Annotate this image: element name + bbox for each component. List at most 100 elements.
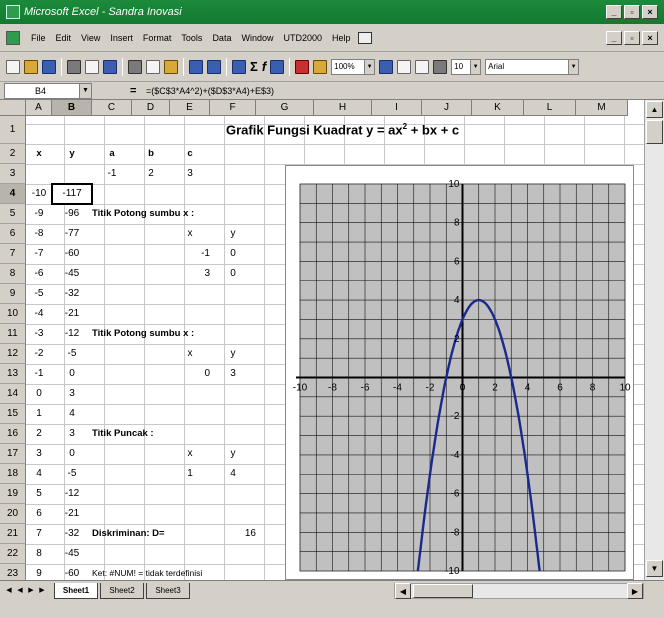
edit-formula-icon[interactable]: =	[130, 85, 140, 97]
y-value-cell[interactable]: -45	[52, 269, 92, 279]
undo-icon[interactable]	[189, 59, 203, 74]
tab-sheet1[interactable]: Sheet1	[54, 583, 98, 599]
menu-window[interactable]: Window	[236, 33, 278, 43]
y-value-cell[interactable]: -5	[52, 349, 92, 359]
x-intercept-2-x[interactable]: 3	[170, 269, 210, 279]
save-icon[interactable]	[42, 59, 56, 74]
row-header[interactable]: 3	[0, 164, 26, 184]
x-value-cell[interactable]: 2	[26, 429, 52, 439]
y-value-cell[interactable]: -12	[52, 489, 92, 499]
x-value-cell[interactable]: 7	[26, 529, 52, 539]
row-header[interactable]: 16	[0, 424, 26, 444]
row-header[interactable]: 14	[0, 384, 26, 404]
y-intercept-head-x[interactable]: x	[170, 349, 210, 359]
help-assistant-icon[interactable]	[379, 59, 394, 74]
column-header[interactable]: E	[170, 100, 210, 116]
column-header[interactable]: K	[472, 100, 524, 116]
peak-head-y[interactable]: y	[210, 449, 256, 459]
redo-icon[interactable]	[207, 59, 221, 74]
first-sheet-icon[interactable]: ◀	[4, 585, 14, 597]
column-header[interactable]: B	[52, 100, 92, 116]
peak-x[interactable]: 1	[170, 469, 210, 479]
row-header[interactable]: 20	[0, 504, 26, 524]
y-intercept-head-y[interactable]: y	[210, 349, 256, 359]
y-value-cell[interactable]: -32	[52, 529, 92, 539]
row-header[interactable]: 23	[0, 564, 26, 580]
row-header[interactable]: 15	[0, 404, 26, 424]
paste-icon[interactable]	[164, 59, 178, 74]
column-header[interactable]: L	[524, 100, 576, 116]
column-header[interactable]: G	[256, 100, 314, 116]
x-value-cell[interactable]: -7	[26, 249, 52, 259]
param-c[interactable]: 3	[170, 169, 210, 179]
workbook-close-button[interactable]: ×	[642, 30, 658, 45]
scroll-right-icon[interactable]: ▶	[627, 583, 643, 599]
section-y-intercept[interactable]: Titik Potong sumbu x :	[92, 329, 194, 339]
x-value-cell[interactable]: -9	[26, 209, 52, 219]
y-value-cell[interactable]: 0	[52, 449, 92, 459]
row-header[interactable]: 1	[0, 116, 26, 144]
header-x[interactable]: x	[26, 149, 52, 159]
row-header[interactable]: 11	[0, 324, 26, 344]
peak-y[interactable]: 4	[210, 469, 256, 479]
x-value-cell[interactable]: 5	[26, 489, 52, 499]
x-intercept-head-y[interactable]: y	[210, 229, 256, 239]
menu-data[interactable]: Data	[207, 33, 236, 43]
y-value-cell[interactable]: -5	[52, 469, 92, 479]
row-header[interactable]: 22	[0, 544, 26, 564]
x-value-cell[interactable]: -8	[26, 229, 52, 239]
y-value-cell[interactable]: -32	[52, 289, 92, 299]
column-header[interactable]: D	[132, 100, 170, 116]
header-a[interactable]: a	[92, 149, 132, 159]
workbook-restore-button[interactable]: ▫	[624, 30, 640, 45]
row-header[interactable]: 9	[0, 284, 26, 304]
help-icon[interactable]	[357, 31, 372, 44]
tab-sheet3[interactable]: Sheet3	[146, 583, 190, 599]
menu-edit[interactable]: Edit	[51, 33, 77, 43]
select-all-button[interactable]	[0, 100, 26, 116]
x-value-cell[interactable]: 1	[26, 409, 52, 419]
x-value-cell[interactable]: 0	[26, 389, 52, 399]
open-icon[interactable]	[24, 59, 38, 74]
scroll-up-icon[interactable]: ▲	[646, 101, 663, 118]
scroll-left-icon[interactable]: ◀	[395, 583, 411, 599]
y-value-cell[interactable]: -21	[52, 309, 92, 319]
align-left-icon[interactable]	[397, 59, 412, 74]
tab-sheet2[interactable]: Sheet2	[100, 583, 144, 599]
horizontal-scrollbar[interactable]: ◀ ▶	[394, 583, 644, 599]
note-text[interactable]: Ket: #NUM! = tidak terdefinisi	[92, 569, 202, 578]
formula-input[interactable]: =($C$3*A4^2)+($D$3*A4)+E$3)	[146, 86, 274, 96]
horizontal-scroll-thumb[interactable]	[413, 584, 473, 598]
row-header[interactable]: 5	[0, 204, 26, 224]
y-intercept-y[interactable]: 3	[210, 369, 256, 379]
row-header[interactable]: 10	[0, 304, 26, 324]
hyperlink-icon[interactable]	[232, 59, 246, 74]
function-icon[interactable]: f	[262, 59, 266, 74]
scroll-down-icon[interactable]: ▼	[646, 560, 663, 577]
column-header[interactable]: I	[372, 100, 422, 116]
font-name-select[interactable]: Arial ▼	[485, 58, 580, 75]
align-right-icon[interactable]	[433, 59, 448, 74]
y-value-cell[interactable]: 3	[52, 389, 92, 399]
last-sheet-icon[interactable]: ▶	[37, 585, 47, 597]
row-header[interactable]: 19	[0, 484, 26, 504]
workbook-minimize-button[interactable]: _	[606, 30, 622, 45]
copy-icon[interactable]	[146, 59, 160, 74]
x-value-cell[interactable]: 9	[26, 569, 52, 579]
row-header[interactable]: 8	[0, 264, 26, 284]
y-value-cell[interactable]: -117	[52, 189, 92, 199]
y-value-cell[interactable]: -45	[52, 549, 92, 559]
x-value-cell[interactable]: 6	[26, 509, 52, 519]
discriminant-label[interactable]: Diskriminan: D=	[92, 529, 165, 539]
column-header[interactable]: H	[314, 100, 372, 116]
header-y[interactable]: y	[52, 149, 92, 159]
menu-help[interactable]: Help	[327, 33, 356, 43]
row-header[interactable]: 17	[0, 444, 26, 464]
autosum-icon[interactable]: Σ	[250, 59, 258, 74]
close-button[interactable]: ×	[642, 5, 658, 19]
column-header[interactable]: M	[576, 100, 628, 116]
x-intercept-1-y[interactable]: 0	[210, 249, 256, 259]
section-x-intercept[interactable]: Titik Potong sumbu x :	[92, 209, 194, 219]
x-value-cell[interactable]: -6	[26, 269, 52, 279]
x-value-cell[interactable]: 4	[26, 469, 52, 479]
